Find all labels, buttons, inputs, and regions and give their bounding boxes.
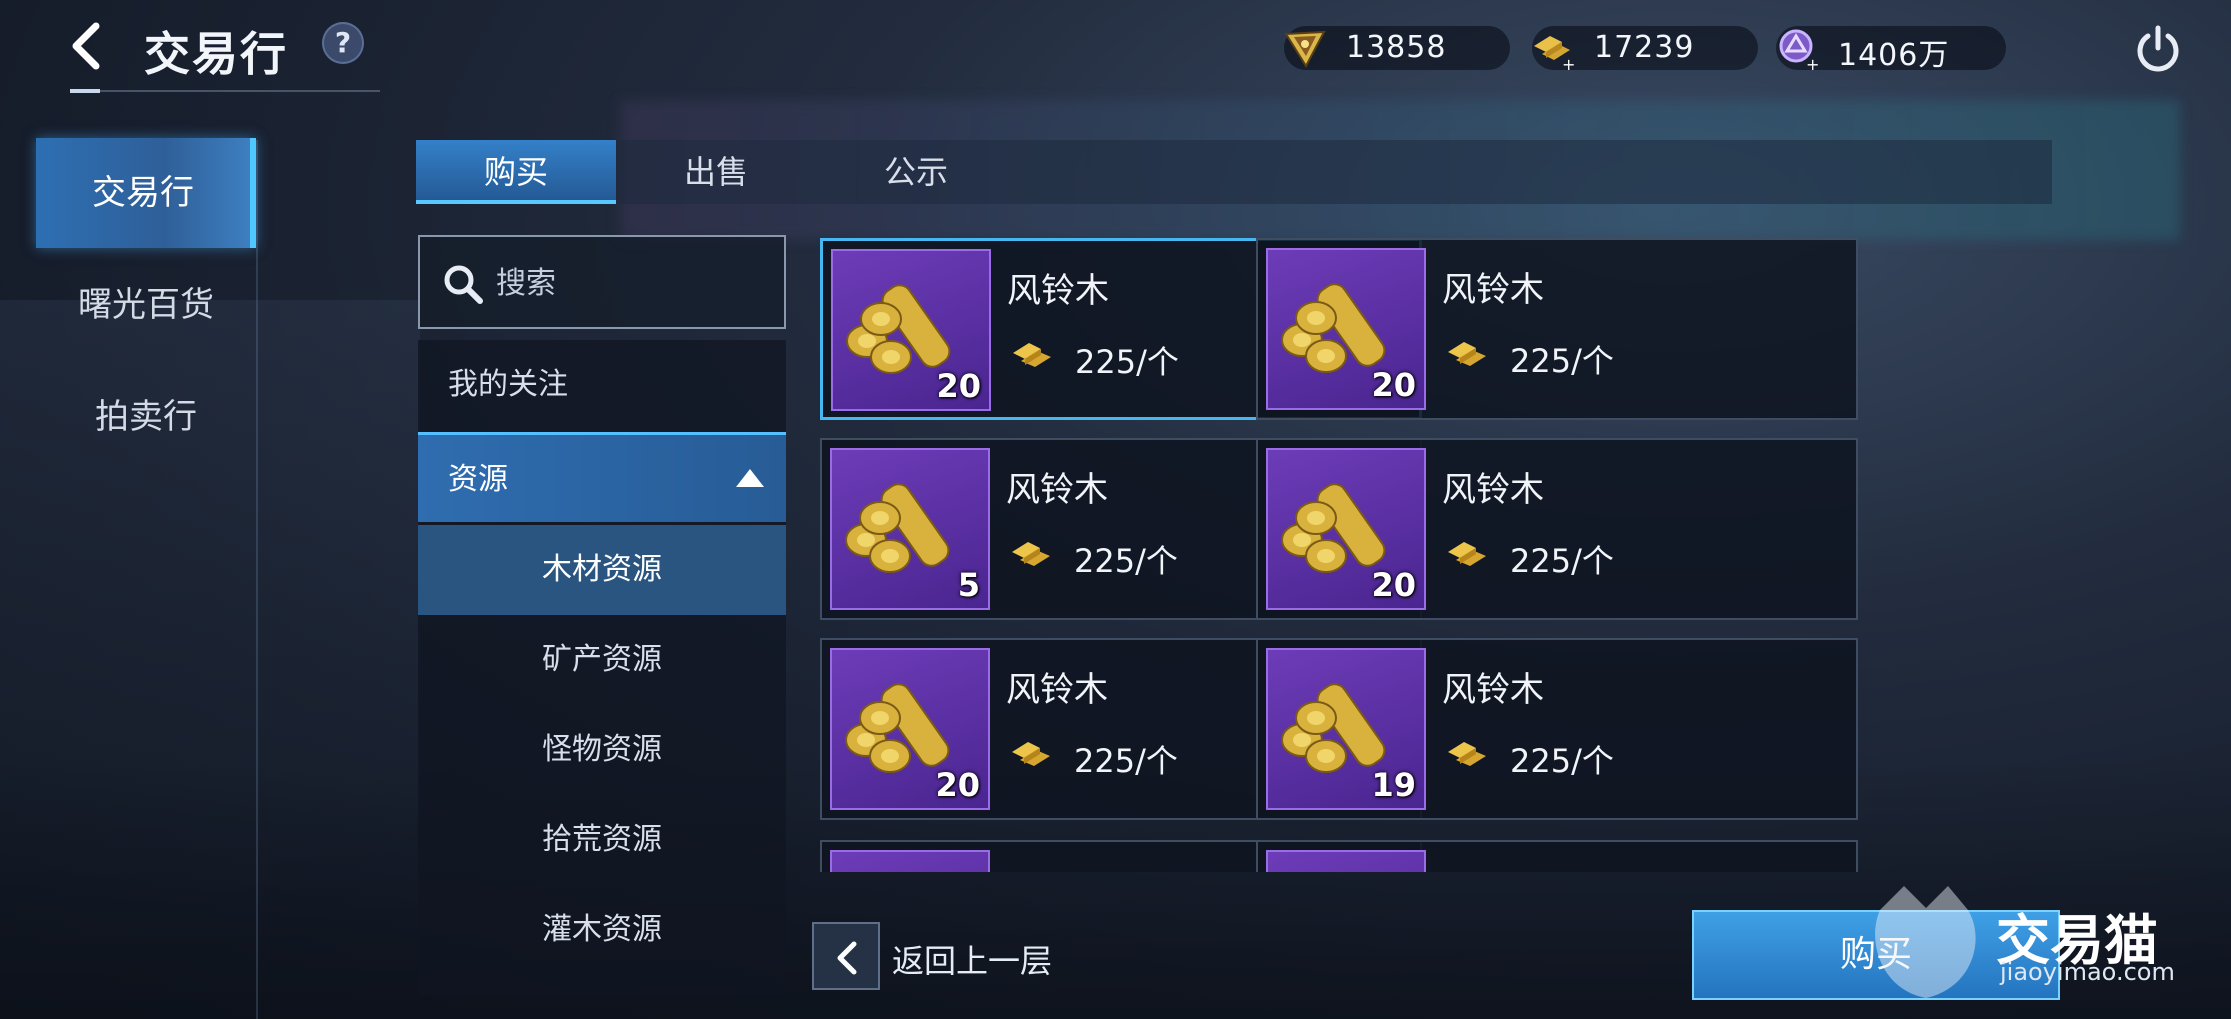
item-name: 风铃木	[1007, 271, 1109, 311]
page-title: 交易行	[144, 27, 288, 81]
gold-bar-icon	[1013, 343, 1051, 367]
tab-bar: 购买 出售 公示	[416, 140, 2052, 204]
wood-log-icon	[1281, 283, 1386, 373]
category-mineral[interactable]: 矿产资源	[418, 615, 786, 705]
category-shrub[interactable]: 灌木资源	[418, 885, 786, 975]
sidebar-divider	[256, 140, 258, 1019]
currency-crystal[interactable]: 13858	[1284, 26, 1510, 70]
return-label[interactable]: 返回上一层	[892, 936, 1052, 982]
sidebar-item-dawn-store[interactable]: 曙光百货	[36, 250, 256, 360]
category-group-label: 资源	[448, 462, 508, 497]
wood-log-icon	[1281, 683, 1386, 774]
svg-text:+: +	[1806, 55, 1819, 72]
category-panel: 我的关注 资源 木材资源 矿产资源 怪物资源 拾荒资源 灌木资源	[418, 340, 786, 995]
gold-bar-icon	[1448, 542, 1486, 567]
chevron-left-icon	[837, 941, 857, 975]
item-name: 风铃木	[1442, 470, 1544, 511]
category-scavenge[interactable]: 拾荒资源	[418, 795, 786, 885]
currency-crystal-value: 13858	[1346, 30, 1447, 65]
item-card[interactable]: 20 风铃木 225/个	[1256, 238, 1858, 420]
item-price: 225/个	[1075, 343, 1179, 381]
item-thumbnail	[1266, 850, 1426, 872]
return-button[interactable]	[812, 922, 880, 990]
category-favorites[interactable]: 我的关注	[418, 340, 786, 430]
gold-bar-icon	[1448, 342, 1486, 366]
item-name: 风铃木	[1006, 670, 1108, 711]
item-price: 225/个	[1074, 542, 1178, 581]
wood-log-icon	[846, 284, 951, 374]
item-thumbnail: 5	[830, 448, 990, 611]
wood-log-icon	[1281, 483, 1386, 574]
item-thumbnail: 20	[1266, 248, 1426, 410]
gold-bar-icon	[1448, 742, 1486, 767]
item-card[interactable]: 19 风铃木 225/个	[1256, 638, 1858, 821]
currency-purple-value: 1406万	[1838, 38, 1950, 73]
svg-text:+: +	[1562, 55, 1575, 72]
wood-log-icon	[845, 683, 950, 774]
item-grid: 20 风铃木 225/个 20 风铃木 225/个 5 风铃木 225/个 20 风铃木 225/个 2…	[818, 238, 2052, 872]
back-button[interactable]	[60, 18, 116, 74]
help-button[interactable]: ?	[322, 22, 364, 64]
purple-coin-add-icon: +	[1779, 29, 1819, 72]
tab-notice[interactable]: 公示	[816, 140, 1016, 204]
search-icon	[444, 265, 483, 304]
sidebar-item-trading[interactable]: 交易行	[36, 138, 256, 248]
currency-gold[interactable]: + 17239	[1532, 26, 1758, 72]
item-quantity: 20	[1371, 566, 1416, 605]
item-quantity: 20	[935, 766, 980, 805]
item-name: 风铃木	[1006, 470, 1108, 511]
item-quantity: 5	[957, 566, 980, 605]
item-thumbnail: 20	[830, 648, 990, 811]
category-wood[interactable]: 木材资源	[418, 525, 786, 615]
triangle-up-icon	[736, 469, 764, 487]
item-price: 225/个	[1510, 542, 1614, 581]
item-quantity: 20	[1371, 366, 1416, 404]
item-quantity: 19	[1371, 766, 1416, 805]
item-thumbnail: 20	[831, 249, 991, 411]
currency-gold-value: 17239	[1594, 30, 1695, 65]
item-card[interactable]: 20 风铃木 225/个	[1256, 438, 1858, 621]
tab-sell[interactable]: 出售	[616, 140, 816, 204]
item-quantity: 20	[936, 367, 981, 405]
item-thumbnail	[830, 850, 990, 872]
watermark-url: jiaoyimao.com	[2000, 958, 2175, 986]
crystal-icon	[1284, 30, 1326, 69]
item-name: 风铃木	[1442, 670, 1544, 711]
category-group-resources[interactable]: 资源	[418, 432, 786, 522]
currency-purple[interactable]: + 1406万	[1776, 26, 2006, 73]
item-price: 225/个	[1510, 342, 1614, 380]
search-field[interactable]	[418, 235, 786, 329]
title-underline	[70, 89, 380, 93]
power-icon	[2137, 25, 2179, 72]
gold-bar-add-icon: +	[1534, 36, 1575, 72]
item-price: 225/个	[1074, 742, 1178, 781]
sidebar-item-auction[interactable]: 拍卖行	[36, 362, 256, 472]
search-input[interactable]	[496, 257, 766, 309]
category-monster[interactable]: 怪物资源	[418, 705, 786, 795]
item-card-partial[interactable]	[1256, 840, 1858, 872]
chevron-left-icon	[72, 22, 100, 70]
tab-buy[interactable]: 购买	[416, 140, 616, 204]
item-thumbnail: 19	[1266, 648, 1426, 811]
item-price: 225/个	[1510, 742, 1614, 781]
item-thumbnail: 20	[1266, 448, 1426, 611]
power-button[interactable]	[2132, 22, 2184, 74]
wood-log-icon	[845, 483, 950, 574]
item-name: 风铃木	[1442, 270, 1544, 310]
gold-bar-icon	[1012, 542, 1050, 567]
gold-bar-icon	[1012, 742, 1050, 767]
